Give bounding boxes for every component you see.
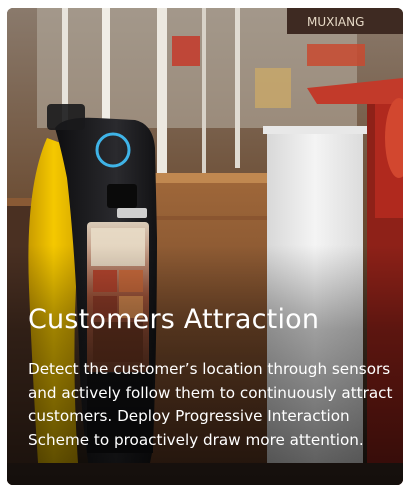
- shop-sign-text: MUXIANG: [307, 15, 364, 29]
- card-description: Detect the customer’s location through s…: [28, 360, 393, 449]
- card-title: Customers Attraction: [28, 304, 320, 335]
- feature-card: MUXIANG Customers Attraction Detect the …: [7, 8, 403, 485]
